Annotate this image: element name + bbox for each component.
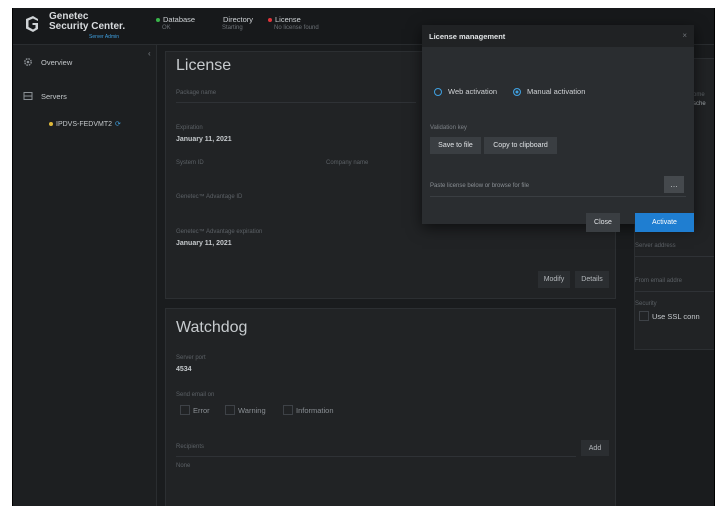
status-subtext: Starting bbox=[222, 25, 243, 31]
sidebar-item-servers[interactable]: Servers bbox=[23, 91, 67, 101]
information-checkbox-label: Information bbox=[296, 406, 334, 415]
recipients-label: Recipients bbox=[176, 444, 205, 450]
use-ssl-checkbox[interactable] bbox=[639, 311, 649, 321]
save-to-file-button[interactable]: Save to file bbox=[430, 137, 481, 154]
expiration-label: Expiration bbox=[176, 125, 203, 131]
error-checkbox[interactable] bbox=[180, 405, 190, 415]
dialog-title: License management bbox=[429, 32, 506, 41]
watchdog-title: Watchdog bbox=[176, 319, 248, 336]
warning-checkbox-label: Warning bbox=[238, 406, 266, 415]
sidebar-item-label: Servers bbox=[41, 91, 67, 101]
expiration-value: January 11, 2021 bbox=[176, 136, 232, 143]
web-activation-radio[interactable]: Web activation bbox=[434, 87, 497, 96]
warning-checkbox[interactable] bbox=[225, 405, 235, 415]
status-title: License bbox=[275, 15, 301, 24]
panel-text-fragment: ome bbox=[693, 92, 705, 98]
sidebar-item-label: Overview bbox=[41, 57, 73, 67]
server-port-value[interactable]: 4534 bbox=[176, 366, 192, 373]
status-license[interactable]: License No license found bbox=[268, 15, 319, 33]
gear-icon bbox=[24, 58, 32, 66]
genetec-logo: Genetec Security Center. Server Admin bbox=[23, 12, 125, 42]
advantage-expiration-value: January 11, 2021 bbox=[176, 240, 232, 247]
advantage-id-label: Genetec™ Advantage ID bbox=[176, 194, 243, 200]
manual-activation-label: Manual activation bbox=[527, 87, 586, 96]
app-window: Genetec Security Center. Server Admin Da… bbox=[12, 8, 715, 506]
server-address-label: Server address bbox=[635, 243, 676, 249]
modify-button[interactable]: Modify bbox=[538, 271, 570, 288]
from-email-label: From email addre bbox=[635, 278, 683, 284]
paste-license-field[interactable]: Paste license below or browse for file bbox=[430, 183, 529, 189]
package-name-label: Package name bbox=[176, 90, 217, 96]
status-subtext: No license found bbox=[274, 25, 319, 31]
web-activation-label: Web activation bbox=[448, 87, 498, 96]
sidebar-item-overview[interactable]: Overview bbox=[23, 57, 72, 67]
radio-unselected bbox=[434, 87, 442, 96]
company-name-label: Company name bbox=[326, 160, 369, 166]
copy-to-clipboard-button[interactable]: Copy to clipboard bbox=[484, 137, 557, 154]
license-management-dialog: License management × Web activation Manu… bbox=[422, 25, 694, 232]
license-title: License bbox=[176, 57, 232, 74]
add-recipient-button[interactable]: Add bbox=[581, 440, 609, 456]
security-label: Security bbox=[635, 301, 657, 307]
status-directory[interactable]: Directory Starting bbox=[216, 15, 253, 33]
advantage-expiration-label: Genetec™ Advantage expiration bbox=[176, 229, 263, 235]
refresh-icon[interactable]: ⟳ bbox=[115, 120, 121, 128]
send-email-label: Send email on bbox=[176, 392, 215, 398]
panel-text-fragment: sche bbox=[693, 101, 706, 107]
status-title: Directory bbox=[223, 15, 254, 24]
logo-tagline: Server Admin bbox=[89, 34, 120, 40]
server-node-label: IPDVS-FEDVMT2 bbox=[56, 120, 113, 128]
genetec-logo-icon bbox=[26, 16, 38, 32]
status-title: Database bbox=[163, 15, 196, 24]
server-icon bbox=[23, 92, 33, 100]
close-button[interactable]: Close bbox=[586, 213, 620, 232]
dialog-header: License management × bbox=[422, 25, 694, 47]
browse-file-button[interactable]: … bbox=[664, 176, 684, 193]
system-id-label: System ID bbox=[176, 160, 204, 166]
server-node-ipdvs[interactable]: IPDVS-FEDVMT2 ⟳ bbox=[49, 120, 121, 128]
information-checkbox[interactable] bbox=[283, 405, 293, 415]
use-ssl-label: Use SSL conn bbox=[652, 312, 700, 321]
server-status-dot bbox=[49, 122, 53, 126]
watchdog-panel: Watchdog Server port 4534 Send email on … bbox=[165, 308, 616, 506]
sidebar: ‹ Overview Servers IPDVS-FEDVMT2 ⟳ bbox=[13, 45, 157, 506]
collapse-sidebar-icon[interactable]: ‹ bbox=[148, 49, 151, 58]
status-dot-error bbox=[268, 17, 272, 22]
close-icon[interactable]: × bbox=[682, 31, 687, 40]
status-dot-ok bbox=[156, 17, 160, 22]
server-port-label: Server port bbox=[176, 355, 206, 361]
recipients-none-text: None bbox=[176, 463, 191, 469]
manual-activation-radio[interactable]: Manual activation bbox=[513, 87, 585, 96]
radio-selected bbox=[513, 87, 521, 96]
status-database[interactable]: Database OK bbox=[156, 15, 195, 33]
activate-button[interactable]: Activate bbox=[635, 213, 694, 232]
details-button[interactable]: Details bbox=[575, 271, 609, 288]
logo-line-2: Security Center. bbox=[49, 21, 126, 32]
status-subtext: OK bbox=[162, 25, 171, 31]
validation-key-label: Validation key bbox=[430, 125, 467, 131]
error-checkbox-label: Error bbox=[193, 406, 210, 415]
